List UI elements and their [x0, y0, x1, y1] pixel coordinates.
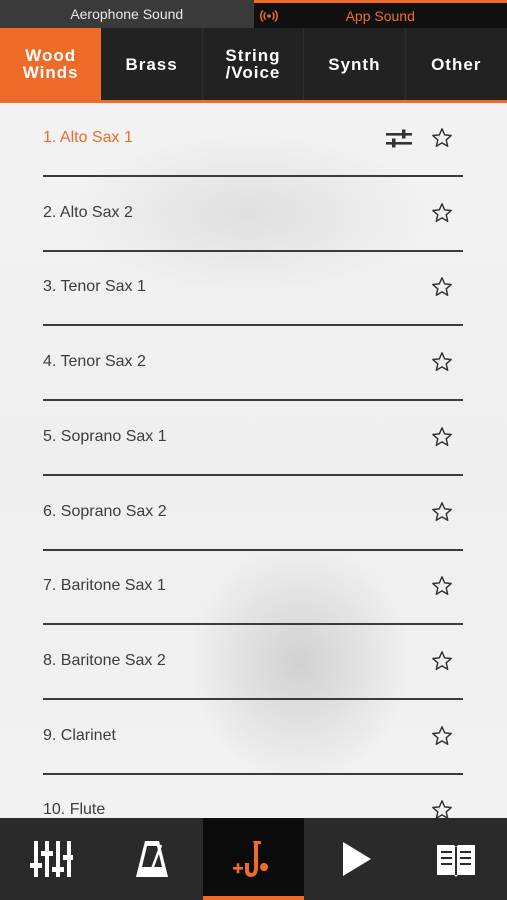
- play-icon: [342, 842, 371, 876]
- star-icon[interactable]: [431, 650, 453, 672]
- saxophone-add-icon: [233, 841, 269, 877]
- sound-name: 5. Soprano Sax 1: [43, 427, 167, 445]
- broadcast-icon: [259, 9, 278, 22]
- bottom-navigation: [0, 818, 507, 900]
- category-label-line2: Winds: [22, 63, 79, 82]
- star-icon[interactable]: [431, 202, 453, 224]
- book-icon: [437, 845, 476, 877]
- nav-play[interactable]: [304, 818, 405, 900]
- category-label: Brass: [125, 54, 178, 74]
- sound-name: 7. Baritone Sax 1: [43, 577, 166, 595]
- list-item[interactable]: 2. Alto Sax 2: [43, 178, 463, 252]
- category-tabs: Wood Winds Brass String/Voice Synth Other: [0, 28, 507, 100]
- star-icon[interactable]: [431, 725, 453, 747]
- category-tab-brass[interactable]: Brass: [101, 28, 203, 100]
- star-icon[interactable]: [431, 127, 453, 149]
- mixer-icon: [29, 841, 73, 877]
- category-tab-wood-winds[interactable]: Wood Winds: [0, 28, 102, 100]
- sound-name: 8. Baritone Sax 2: [43, 651, 166, 669]
- metronome-icon: [136, 841, 169, 877]
- list-item[interactable]: 3. Tenor Sax 1: [43, 252, 463, 327]
- category-label: Other: [431, 54, 482, 74]
- list-item[interactable]: 10. Flute: [43, 775, 463, 818]
- sliders-edit-icon[interactable]: [385, 129, 413, 149]
- category-tab-string-voice[interactable]: String/Voice: [203, 28, 305, 100]
- nav-mixer[interactable]: [0, 818, 101, 900]
- list-item[interactable]: 6. Soprano Sax 2: [43, 477, 463, 551]
- nav-songbook[interactable]: [406, 818, 507, 900]
- tab-app-sound[interactable]: App Sound: [253, 0, 507, 28]
- category-label: Synth: [328, 54, 381, 74]
- sound-name: 9. Clarinet: [43, 726, 116, 744]
- list-item[interactable]: 9. Clarinet: [43, 701, 463, 775]
- nav-metronome[interactable]: [101, 818, 202, 900]
- list-item[interactable]: 8. Baritone Sax 2: [43, 626, 463, 700]
- category-tab-other[interactable]: Other: [406, 28, 507, 100]
- list-item[interactable]: 7. Baritone Sax 1: [43, 551, 463, 626]
- category-label-line2: /Voice: [225, 63, 281, 82]
- list-item[interactable]: 4. Tenor Sax 2: [43, 327, 463, 402]
- list-item[interactable]: 5. Soprano Sax 1: [43, 402, 463, 476]
- sound-name: 10. Flute: [43, 801, 106, 818]
- star-icon[interactable]: [431, 501, 453, 523]
- star-icon[interactable]: [431, 426, 453, 448]
- sound-list[interactable]: 1. Alto Sax 1 2. Alto Sax 2 3. Tenor Sax…: [0, 103, 507, 818]
- sound-name: 4. Tenor Sax 2: [43, 353, 146, 371]
- sound-source-toggle: Aerophone Sound App Sound: [0, 0, 507, 28]
- tab-aerophone-sound[interactable]: Aerophone Sound: [0, 0, 254, 28]
- sound-name: 6. Soprano Sax 2: [43, 502, 167, 520]
- tab-app-sound-label: App Sound: [345, 7, 415, 24]
- tab-aerophone-sound-label: Aerophone Sound: [70, 6, 184, 22]
- category-tab-synth[interactable]: Synth: [304, 28, 406, 100]
- star-icon[interactable]: [431, 799, 453, 818]
- sound-name: 2. Alto Sax 2: [43, 203, 133, 221]
- sound-name: 3. Tenor Sax 1: [43, 278, 146, 296]
- star-icon[interactable]: [431, 276, 453, 298]
- star-icon[interactable]: [431, 575, 453, 597]
- star-icon[interactable]: [431, 351, 453, 373]
- sound-name: 1. Alto Sax 1: [43, 129, 133, 146]
- list-item[interactable]: 1. Alto Sax 1: [43, 103, 463, 177]
- nav-sound-select[interactable]: [202, 818, 305, 900]
